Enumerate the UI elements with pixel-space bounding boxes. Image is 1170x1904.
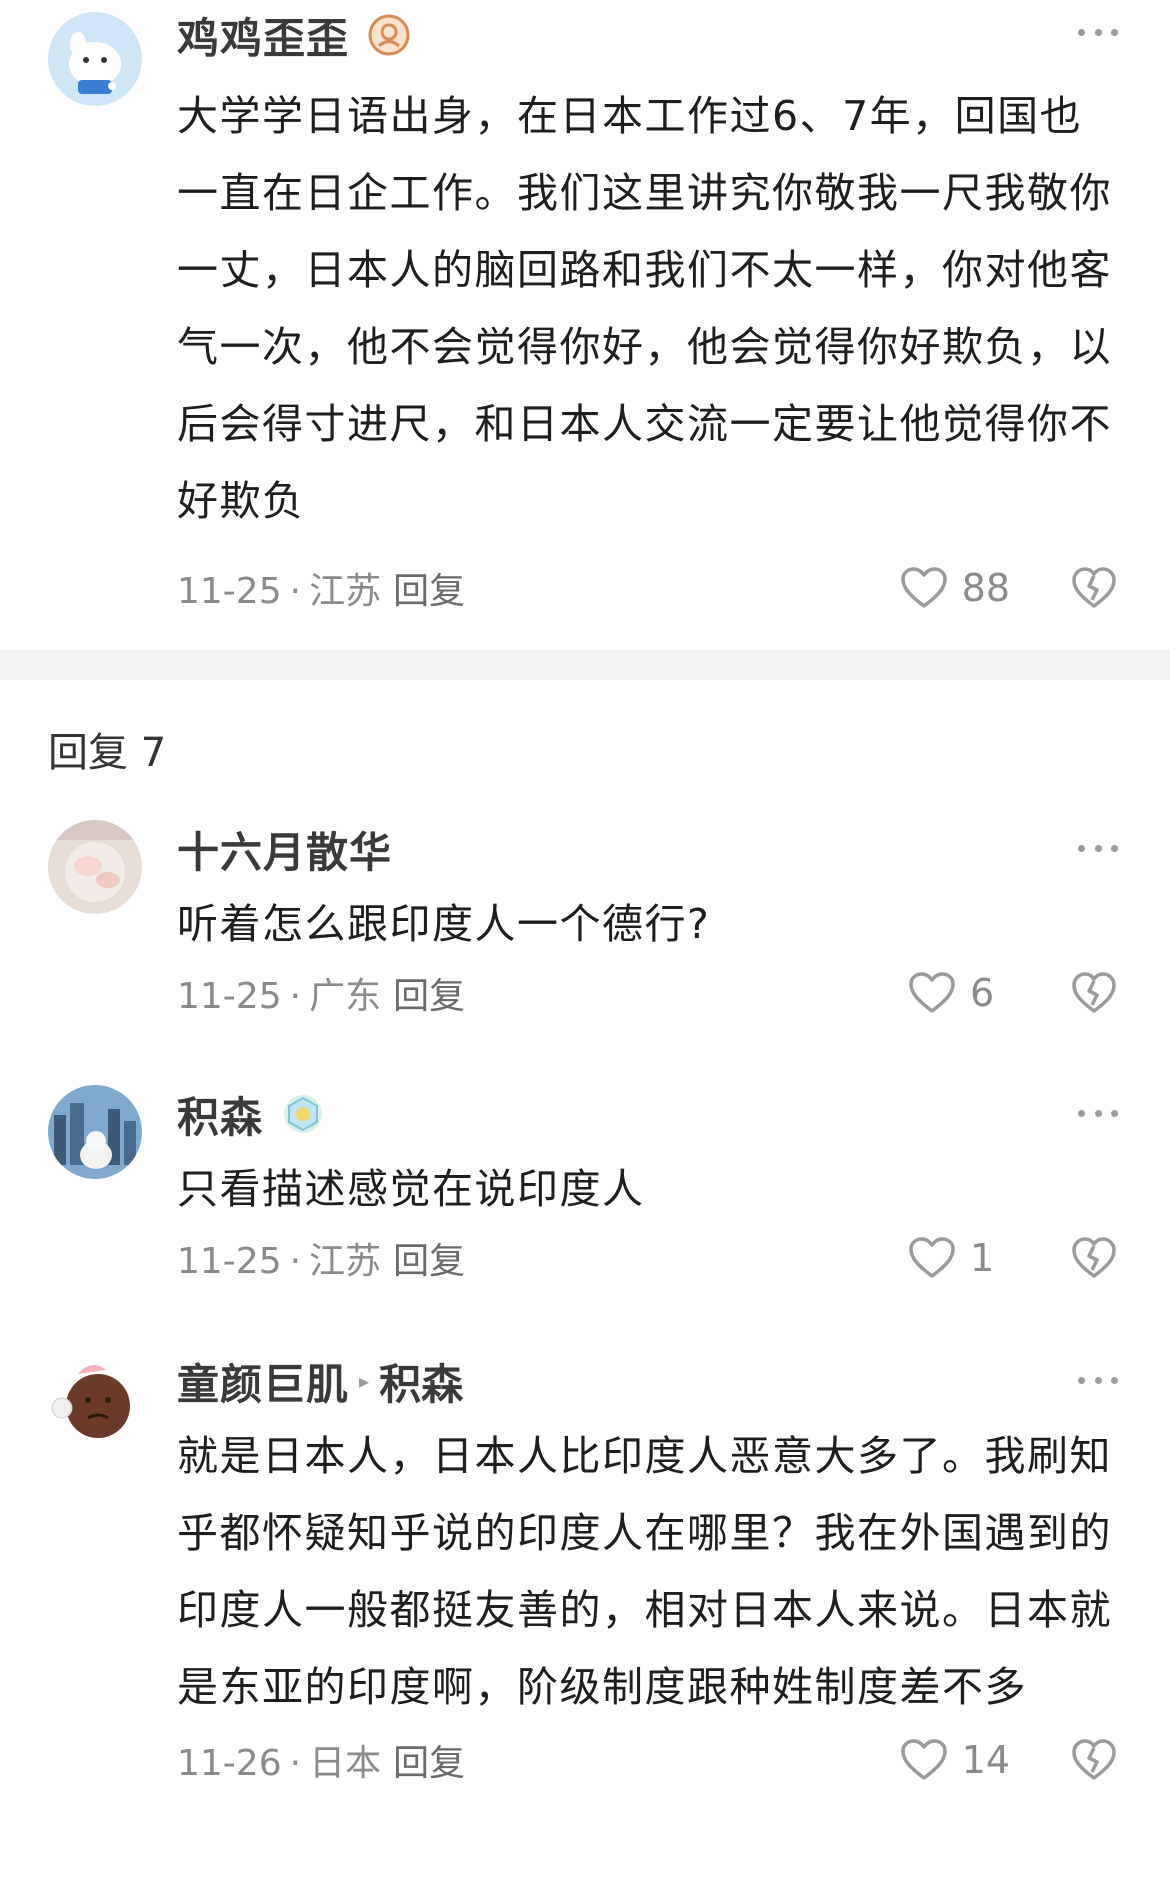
separator: · bbox=[289, 1743, 302, 1784]
heart-icon bbox=[909, 972, 955, 1013]
creator-badge-icon bbox=[367, 13, 411, 57]
reply-button[interactable]: 回复 bbox=[393, 976, 465, 1017]
comment-text: 大学学日语出身，在日本工作过6、7年，回国也一直在日企工作。我们这里讲究你敬我一… bbox=[177, 92, 1112, 525]
fan-badge-icon bbox=[281, 1092, 325, 1136]
broken-heart-icon[interactable] bbox=[1070, 969, 1118, 1017]
like-count: 1 bbox=[970, 1236, 995, 1280]
reply-button[interactable]: 回复 bbox=[393, 1743, 465, 1784]
more-options-icon[interactable] bbox=[1078, 1103, 1118, 1123]
username[interactable]: 十六月散华 bbox=[177, 819, 392, 880]
comment-text: 听着怎么跟印度人一个德行? bbox=[177, 900, 711, 948]
like-button[interactable]: 1 bbox=[908, 1236, 1010, 1280]
comment-location: 广东 bbox=[309, 976, 382, 1017]
reply-comment: 童颜巨肌 ▸ 积森 就是日本人，日本人比印度人恶意大多了。我刷知乎都怀疑知乎说的… bbox=[0, 1340, 1170, 1904]
reply-arrow-icon: ▸ bbox=[359, 1369, 370, 1393]
more-options-icon[interactable] bbox=[1078, 838, 1118, 858]
comment-date: 11-26 bbox=[177, 1743, 282, 1784]
broken-heart-icon[interactable] bbox=[1070, 564, 1118, 612]
like-count: 6 bbox=[970, 971, 995, 1015]
reply-comment: 积森 只看描述感觉在说印度人 11-25 · 江苏 回复 1 bbox=[0, 1073, 1170, 1313]
section-divider bbox=[0, 650, 1170, 680]
username[interactable]: 鸡鸡歪歪 bbox=[177, 5, 349, 66]
heart-icon bbox=[900, 1739, 947, 1780]
reply-target-username[interactable]: 积森 bbox=[379, 1351, 463, 1412]
avatar[interactable] bbox=[48, 820, 142, 914]
avatar[interactable] bbox=[48, 1352, 142, 1446]
like-button[interactable]: 6 bbox=[908, 971, 1010, 1015]
avatar[interactable] bbox=[48, 12, 142, 106]
broken-heart-icon[interactable] bbox=[1070, 1234, 1118, 1282]
separator: · bbox=[289, 976, 302, 1017]
comment-text: 只看描述感觉在说印度人 bbox=[177, 1165, 645, 1213]
avatar[interactable] bbox=[48, 1085, 142, 1179]
comment-thread: 鸡鸡歪歪 大学学日语出身，在日本工作过6、7年，回国也一直在日企工作。我们这里讲… bbox=[0, 0, 1170, 1904]
more-options-icon[interactable] bbox=[1078, 1370, 1118, 1390]
separator: · bbox=[289, 1241, 302, 1282]
username[interactable]: 积森 bbox=[177, 1084, 263, 1145]
comment-location: 江苏 bbox=[309, 1241, 382, 1282]
like-count: 14 bbox=[961, 1738, 1010, 1782]
comment-text: 就是日本人，日本人比印度人恶意大多了。我刷知乎都怀疑知乎说的印度人在哪里？我在外… bbox=[177, 1432, 1112, 1711]
reply-button[interactable]: 回复 bbox=[393, 1241, 465, 1282]
like-button[interactable]: 14 bbox=[900, 1738, 1010, 1782]
username[interactable]: 童颜巨肌 bbox=[177, 1351, 349, 1412]
like-count: 88 bbox=[961, 566, 1010, 610]
broken-heart-icon[interactable] bbox=[1070, 1736, 1118, 1784]
reply-comment: 十六月散华 听着怎么跟印度人一个德行? 11-25 · 广东 回复 6 bbox=[0, 808, 1170, 1048]
comment-date: 11-25 bbox=[177, 571, 282, 612]
comment-location: 江苏 bbox=[309, 571, 382, 612]
like-button[interactable]: 88 bbox=[900, 566, 1010, 610]
replies-count-header: 回复 7 bbox=[48, 730, 167, 776]
comment-location: 日本 bbox=[309, 1743, 382, 1784]
heart-icon bbox=[900, 567, 947, 608]
comment-date: 11-25 bbox=[177, 1241, 282, 1282]
reply-button[interactable]: 回复 bbox=[393, 571, 465, 612]
heart-icon bbox=[909, 1237, 955, 1278]
more-options-icon[interactable] bbox=[1078, 22, 1118, 42]
separator: · bbox=[289, 571, 302, 612]
main-comment: 鸡鸡歪歪 大学学日语出身，在日本工作过6、7年，回国也一直在日企工作。我们这里讲… bbox=[0, 0, 1170, 650]
comment-date: 11-25 bbox=[177, 976, 282, 1017]
